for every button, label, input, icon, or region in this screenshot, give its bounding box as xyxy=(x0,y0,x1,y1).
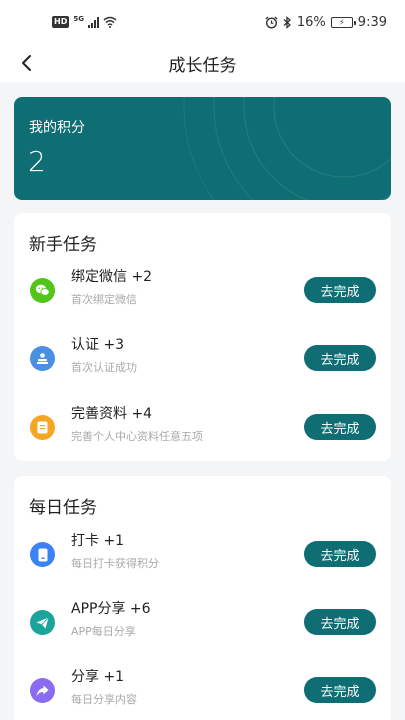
signal-icon xyxy=(87,16,99,28)
task-item: 完善资料 +4 完善个人中心资料任意五项 去完成 xyxy=(14,400,391,456)
points-value: 2 xyxy=(28,145,46,178)
clock: 9:39 xyxy=(357,14,387,30)
task-description: 完善个人中心资料任意五项 xyxy=(71,430,203,443)
task-title: 完善资料 +4 xyxy=(71,406,153,422)
complete-task-button[interactable]: 去完成 xyxy=(304,277,376,303)
task-title: 分享 +1 xyxy=(71,669,125,685)
task-item: APP分享 +6 APP每日分享 去完成 xyxy=(14,595,391,651)
task-item: 认证 +3 首次认证成功 去完成 xyxy=(14,331,391,387)
task-description: APP每日分享 xyxy=(71,625,136,638)
alarm-icon xyxy=(265,16,278,29)
complete-task-button[interactable]: 去完成 xyxy=(304,541,376,567)
battery-icon: ⚡ xyxy=(330,16,356,28)
complete-task-button[interactable]: 去完成 xyxy=(304,414,376,440)
newbie-tasks-section: 新手任务 绑定微信 +2 首次绑定微信 去完成 认证 +3 首次认证成功 去完成 xyxy=(14,213,391,461)
task-title: 绑定微信 +2 xyxy=(71,269,153,285)
task-item: 分享 +1 每日分享内容 去完成 xyxy=(14,663,391,719)
back-button[interactable] xyxy=(14,50,38,76)
status-bar: HD 5G 16% ⚡ 9:39 xyxy=(0,0,405,44)
status-right: 16% ⚡ 9:39 xyxy=(265,15,387,30)
daily-tasks-section: 每日任务 打卡 +1 每日打卡获得积分 去完成 APP分享 +6 APP每日分享… xyxy=(14,476,391,720)
verify-icon xyxy=(30,346,55,371)
task-title: APP分享 +6 xyxy=(71,601,151,617)
points-card: 我的积分 2 xyxy=(14,97,391,200)
battery-percent: 16% xyxy=(296,14,326,30)
chevron-left-icon xyxy=(22,55,31,71)
wechat-icon xyxy=(30,278,55,303)
page-title: 成长任务 xyxy=(168,55,237,76)
task-item: 打卡 +1 每日打卡获得积分 去完成 xyxy=(14,527,391,583)
document-icon xyxy=(30,415,55,440)
send-icon xyxy=(30,610,55,635)
task-title: 认证 +3 xyxy=(71,337,125,353)
card-decoration xyxy=(183,97,391,200)
bluetooth-icon xyxy=(283,15,291,29)
section-title: 新手任务 xyxy=(29,235,97,255)
task-description: 首次绑定微信 xyxy=(71,293,137,306)
task-description: 首次认证成功 xyxy=(71,361,137,374)
complete-task-button[interactable]: 去完成 xyxy=(304,677,376,703)
share-icon xyxy=(30,678,55,703)
complete-task-button[interactable]: 去完成 xyxy=(304,345,376,371)
phone-icon xyxy=(30,542,55,567)
task-description: 每日打卡获得积分 xyxy=(71,557,159,570)
points-label: 我的积分 xyxy=(29,120,85,136)
task-title: 打卡 +1 xyxy=(71,533,125,549)
wifi-icon xyxy=(103,16,117,28)
nav-bar: 成长任务 xyxy=(0,44,405,82)
network-type: 5G xyxy=(73,15,84,23)
section-title: 每日任务 xyxy=(29,498,97,518)
task-description: 每日分享内容 xyxy=(71,693,137,706)
complete-task-button[interactable]: 去完成 xyxy=(304,609,376,635)
hd-badge: HD xyxy=(52,16,70,28)
status-left: HD 5G xyxy=(52,15,117,28)
task-item: 绑定微信 +2 首次绑定微信 去完成 xyxy=(14,263,391,319)
